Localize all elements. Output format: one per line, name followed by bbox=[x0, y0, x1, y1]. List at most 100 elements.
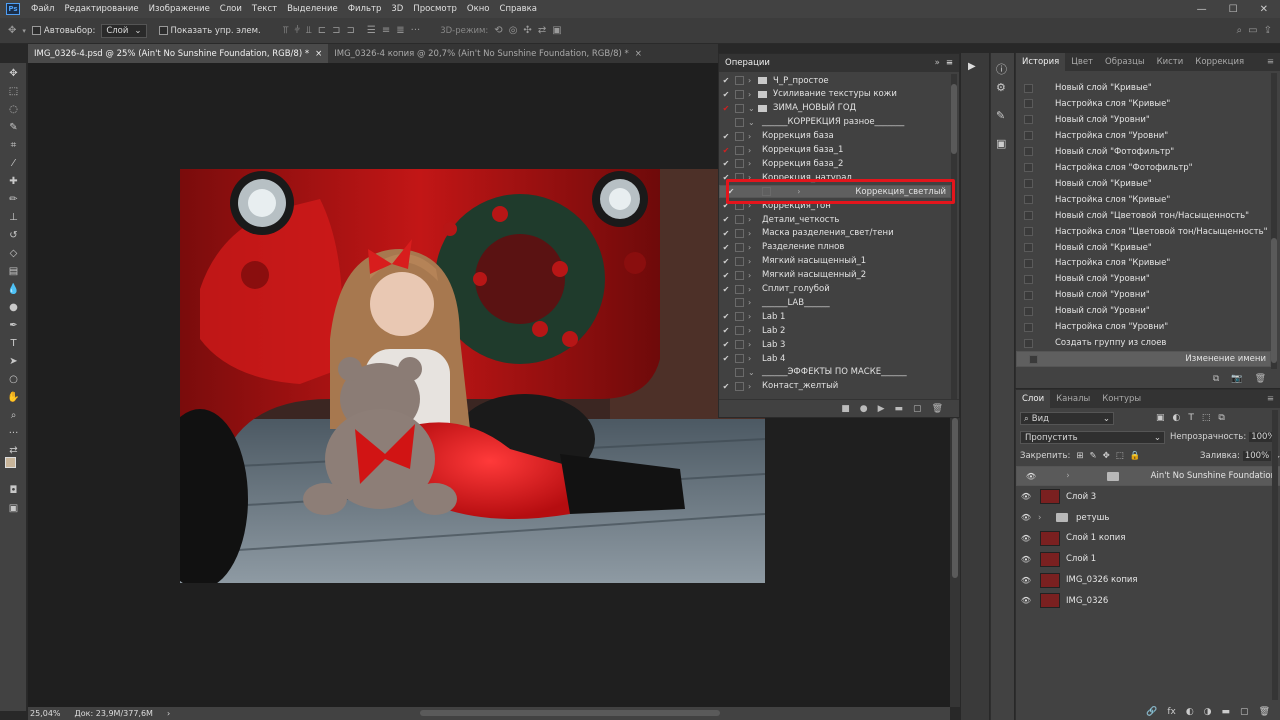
history-brush-icon[interactable]: ↺ bbox=[4, 228, 23, 242]
dialog-toggle[interactable] bbox=[735, 117, 744, 127]
dialog-toggle[interactable] bbox=[735, 131, 744, 141]
eyedropper-tool-icon[interactable]: ⁄ bbox=[4, 156, 23, 170]
layer-row[interactable]: 👁 › ретушь bbox=[1016, 508, 1280, 528]
expand-icon[interactable]: › bbox=[748, 215, 758, 224]
action-item[interactable]: ✔ › Разделение плнов bbox=[719, 241, 951, 254]
dialog-toggle[interactable] bbox=[735, 228, 744, 238]
history-item[interactable]: Новый слой "Кривые" bbox=[1016, 240, 1271, 256]
expand-icon[interactable]: › bbox=[748, 298, 758, 307]
tab-document-1[interactable]: IMG_0326-4.psd @ 25% (Ain't No Sunshine … bbox=[28, 44, 329, 63]
layer-filter-select[interactable]: ⌕ Вид ⌄ bbox=[1020, 412, 1114, 425]
expand-icon[interactable]: › bbox=[748, 146, 758, 155]
action-item[interactable]: ✔ › Контаст_желтый bbox=[719, 380, 951, 393]
expand-icon[interactable]: › bbox=[748, 132, 758, 141]
new-group-icon[interactable]: ▬ bbox=[1222, 707, 1231, 717]
dialog-toggle[interactable] bbox=[735, 367, 744, 377]
action-item[interactable]: ✔ › Мягкий насыщенный_2 bbox=[719, 269, 951, 282]
action-item[interactable]: ✔ › Коррекция база_2 bbox=[719, 157, 951, 170]
action-item[interactable]: ✔ › Lab 4 bbox=[719, 352, 951, 365]
dialog-toggle[interactable] bbox=[735, 256, 744, 266]
orbit-3d-icon[interactable]: ⟲ bbox=[494, 25, 502, 36]
lock-artboard-icon[interactable]: ⬚ bbox=[1116, 451, 1124, 461]
action-item[interactable]: ✔ › Сплит_голубой bbox=[719, 283, 951, 296]
type-tool-icon[interactable]: T bbox=[4, 336, 23, 350]
swap-colors-icon[interactable]: ⇄ bbox=[4, 443, 23, 457]
panel-menu-icon[interactable]: ≡ bbox=[946, 58, 959, 68]
history-item[interactable]: Новый слой "Уровни" bbox=[1016, 287, 1271, 303]
lock-position-icon[interactable]: ✥ bbox=[1103, 451, 1110, 461]
zoom-tool-icon[interactable]: ⌕ bbox=[4, 408, 23, 422]
new-set-icon[interactable]: ▬ bbox=[895, 404, 904, 414]
history-item[interactable]: Создать группу из слоев bbox=[1016, 335, 1271, 351]
history-brush-source-icon[interactable] bbox=[1024, 163, 1033, 173]
dialog-toggle[interactable] bbox=[735, 270, 744, 280]
menu-help[interactable]: Справка bbox=[495, 4, 542, 14]
layer-row[interactable]: 👁 › Ain't No Sunshine Foundation bbox=[1016, 466, 1280, 486]
action-item[interactable]: ✔ › Мягкий насыщенный_1 bbox=[719, 255, 951, 268]
action-item[interactable]: ✔ › Lab 1 bbox=[719, 310, 951, 323]
adjustments-icon[interactable]: ▣ bbox=[996, 137, 1006, 150]
history-brush-source-icon[interactable] bbox=[1024, 227, 1033, 237]
toggle-check-icon[interactable]: ✔ bbox=[719, 271, 733, 280]
record-icon[interactable]: ● bbox=[860, 404, 868, 414]
camera-3d-icon[interactable]: ▣ bbox=[552, 25, 561, 36]
dialog-toggle[interactable] bbox=[735, 381, 744, 391]
gradient-tool-icon[interactable]: ▤ bbox=[4, 264, 23, 278]
action-item[interactable]: ⌄ ______КОРРЕКЦИЯ разное_______ bbox=[719, 116, 951, 129]
actions-panel-title[interactable]: Операции bbox=[725, 58, 770, 68]
history-item[interactable]: Настройка слоя "Кривые" bbox=[1016, 96, 1271, 112]
play-icon[interactable]: ▶ bbox=[968, 61, 976, 72]
history-item[interactable]: Настройка слоя "Фотофильтр" bbox=[1016, 160, 1271, 176]
menu-view[interactable]: Просмотр bbox=[408, 4, 462, 14]
history-brush-source-icon[interactable] bbox=[1024, 274, 1033, 284]
dialog-toggle[interactable] bbox=[735, 103, 744, 113]
history-item[interactable]: Новый слой "Цветовой тон/Насыщенность" bbox=[1016, 208, 1271, 224]
foreground-color-swatch[interactable] bbox=[5, 457, 16, 468]
roll-3d-icon[interactable]: ◎ bbox=[509, 25, 518, 36]
screen-mode-icon[interactable]: ▣ bbox=[4, 501, 23, 515]
history-item[interactable]: Новый слой "Кривые" bbox=[1016, 176, 1271, 192]
lock-all-icon[interactable]: 🔒 bbox=[1130, 451, 1141, 461]
dialog-toggle[interactable] bbox=[735, 284, 744, 294]
slide-3d-icon[interactable]: ⇄ bbox=[538, 25, 546, 36]
panel-menu-icon[interactable]: ≡ bbox=[1261, 390, 1280, 408]
layer-row[interactable]: 👁 Слой 3 bbox=[1016, 487, 1280, 507]
filter-adjustment-icon[interactable]: ◐ bbox=[1173, 413, 1181, 423]
dialog-toggle[interactable] bbox=[735, 354, 744, 363]
shape-tool-icon[interactable]: ○ bbox=[4, 372, 23, 386]
align-right-icon[interactable]: ⊐ bbox=[347, 25, 355, 36]
history-brush-source-icon[interactable] bbox=[1024, 306, 1033, 316]
toggle-check-icon[interactable]: ✔ bbox=[719, 326, 733, 335]
toggle-check-icon[interactable]: ✔ bbox=[719, 257, 733, 266]
tab-swatches[interactable]: Образцы bbox=[1099, 53, 1151, 71]
toggle-check-icon[interactable]: ✔ bbox=[719, 90, 733, 99]
action-item[interactable]: ⌄ ______ЭФФЕКТЫ ПО МАСКЕ______ bbox=[719, 366, 951, 379]
tab-paths[interactable]: Контуры bbox=[1096, 390, 1147, 408]
expand-icon[interactable]: ⌄ bbox=[748, 104, 758, 113]
history-brush-source-icon[interactable] bbox=[1024, 322, 1033, 332]
history-item[interactable]: Новый слой "Фотофильтр" bbox=[1016, 144, 1271, 160]
new-layer-icon[interactable]: ▢ bbox=[1240, 707, 1249, 717]
distribute-icon[interactable]: ≡ bbox=[382, 25, 390, 36]
status-arrow[interactable]: › bbox=[167, 709, 170, 718]
collapse-icon[interactable]: » bbox=[935, 58, 946, 68]
eye-icon[interactable]: 👁 bbox=[1016, 596, 1036, 605]
menu-edit[interactable]: Редактирование bbox=[59, 4, 143, 14]
eye-icon[interactable]: 👁 bbox=[1016, 555, 1036, 564]
action-item[interactable]: ✔ › Коррекция база bbox=[719, 130, 951, 143]
brush-settings-icon[interactable]: ✎ bbox=[996, 109, 1005, 122]
close-window-button[interactable]: ✕ bbox=[1260, 4, 1268, 15]
lock-pixels-icon[interactable]: ✎ bbox=[1089, 451, 1096, 461]
more-tools-icon[interactable]: ··· bbox=[4, 426, 23, 440]
history-item[interactable]: Настройка слоя "Уровни" bbox=[1016, 128, 1271, 144]
quick-mask-icon[interactable]: ◘ bbox=[4, 483, 23, 497]
history-brush-source-icon[interactable] bbox=[1024, 83, 1033, 93]
action-item[interactable]: ✔ › Ч_Р_простое bbox=[719, 74, 951, 87]
expand-icon[interactable]: › bbox=[748, 340, 758, 349]
new-document-icon[interactable]: ⧉ bbox=[1213, 374, 1219, 384]
quick-select-tool-icon[interactable]: ✎ bbox=[4, 120, 23, 134]
workspace-icon[interactable]: ▭ bbox=[1248, 25, 1257, 36]
menu-file[interactable]: Файл bbox=[26, 4, 59, 14]
dialog-toggle[interactable] bbox=[735, 312, 744, 322]
zoom-level[interactable]: 25,04% bbox=[30, 709, 61, 718]
